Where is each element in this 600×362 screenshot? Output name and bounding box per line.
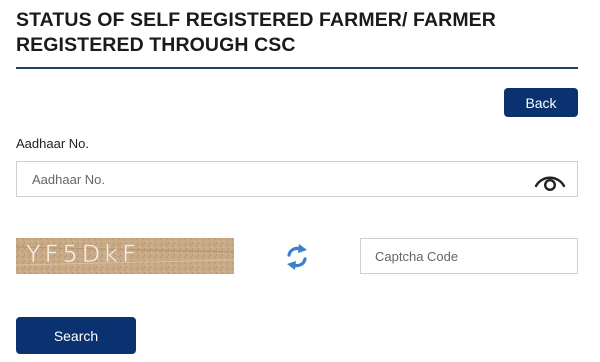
captcha-text: YF5DkF	[25, 240, 140, 268]
aadhaar-input[interactable]	[16, 161, 578, 197]
refresh-icon[interactable]	[285, 244, 309, 270]
captcha-image: YF5DkF	[16, 238, 234, 274]
captcha-input[interactable]	[360, 238, 578, 274]
search-button[interactable]: Search	[16, 317, 136, 354]
back-button[interactable]: Back	[504, 88, 578, 117]
aadhaar-label: Aadhaar No.	[16, 136, 89, 151]
eye-icon[interactable]	[534, 172, 566, 192]
title-divider	[16, 67, 578, 69]
page-title: STATUS OF SELF REGISTERED FARMER/ FARMER…	[16, 9, 496, 56]
